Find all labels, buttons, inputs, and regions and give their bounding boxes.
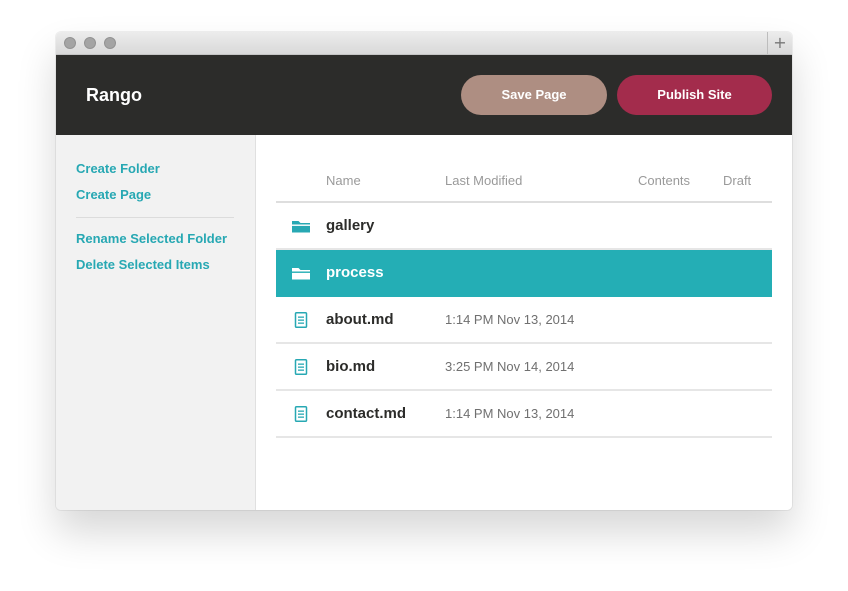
table-row[interactable]: about.md 1:14 PM Nov 13, 2014 xyxy=(276,297,772,344)
column-header-contents[interactable]: Contents xyxy=(638,173,690,188)
create-folder-link[interactable]: Create Folder xyxy=(76,161,160,176)
folder-icon xyxy=(291,218,311,234)
row-name: about.md xyxy=(326,311,394,328)
document-icon xyxy=(291,359,311,375)
folder-icon xyxy=(291,265,311,281)
create-page-link[interactable]: Create Page xyxy=(76,187,151,202)
row-name: process xyxy=(326,264,384,281)
publish-site-button[interactable]: Publish Site xyxy=(617,75,772,115)
rename-selected-folder-link[interactable]: Rename Selected Folder xyxy=(76,231,227,246)
new-tab-button[interactable]: + xyxy=(767,32,792,54)
column-header-name[interactable]: Name xyxy=(326,173,361,188)
document-icon xyxy=(291,406,311,422)
document-icon xyxy=(291,312,311,328)
row-name: contact.md xyxy=(326,405,407,422)
row-last-modified: 3:25 PM Nov 14, 2014 xyxy=(445,359,575,374)
row-name: bio.md xyxy=(326,358,376,375)
row-name: gallery xyxy=(326,217,375,234)
close-window-icon[interactable] xyxy=(64,37,76,49)
table-row[interactable]: gallery xyxy=(276,203,772,250)
column-header-last-modified[interactable]: Last Modified xyxy=(445,173,522,188)
row-last-modified: 1:14 PM Nov 13, 2014 xyxy=(445,406,575,421)
sidebar: Create Folder Create Page Rename Selecte… xyxy=(56,135,256,510)
table-header: Name Last Modified Contents Draft xyxy=(276,165,772,203)
column-header-draft[interactable]: Draft xyxy=(723,173,751,188)
delete-selected-items-link[interactable]: Delete Selected Items xyxy=(76,257,210,272)
app-header: Rango Save Page Publish Site xyxy=(56,55,792,135)
file-list-panel: Name Last Modified Contents Draft galler… xyxy=(256,135,792,510)
table-row-selected[interactable]: process xyxy=(276,250,772,297)
app-title: Rango xyxy=(86,85,142,105)
minimize-window-icon[interactable] xyxy=(84,37,96,49)
table-row[interactable]: bio.md 3:25 PM Nov 14, 2014 xyxy=(276,344,772,391)
app-window: + Rango Save Page Publish Site Create Fo… xyxy=(56,32,792,510)
sidebar-divider xyxy=(76,217,234,218)
save-page-button[interactable]: Save Page xyxy=(461,75,607,115)
row-last-modified: 1:14 PM Nov 13, 2014 xyxy=(445,312,575,327)
title-bar: + xyxy=(56,32,792,55)
zoom-window-icon[interactable] xyxy=(104,37,116,49)
table-row[interactable]: contact.md 1:14 PM Nov 13, 2014 xyxy=(276,391,772,438)
